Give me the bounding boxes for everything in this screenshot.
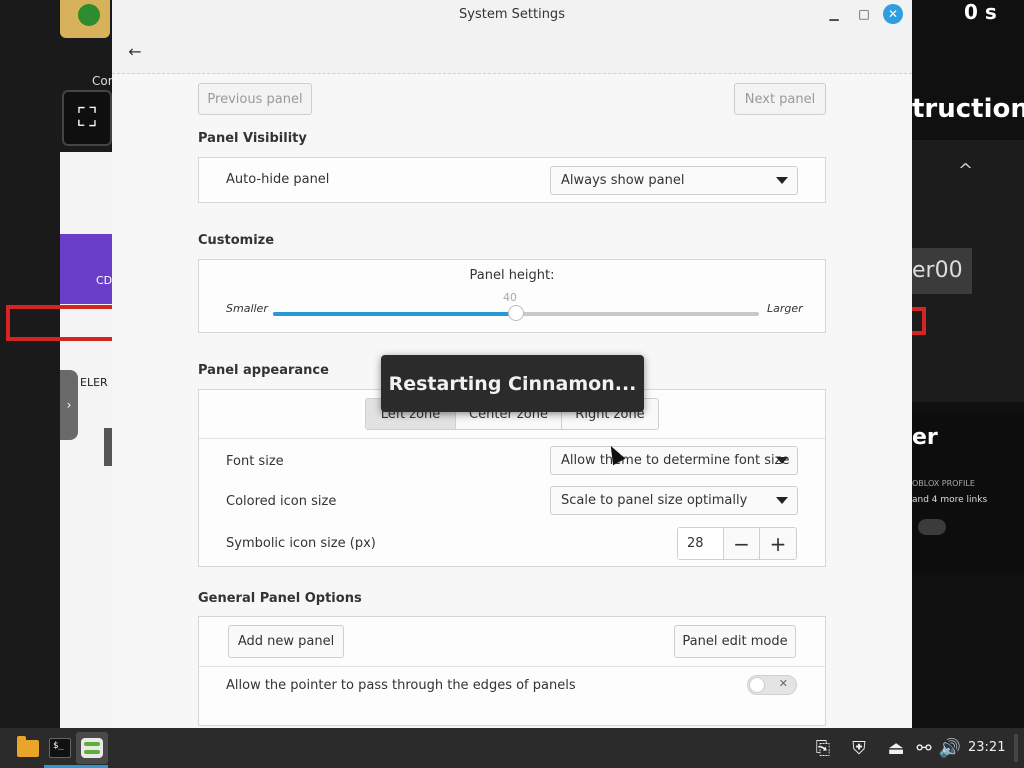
customize-box: Panel height: 40 Smaller Larger [198,259,826,333]
slider-max-label: Larger [767,302,803,315]
caret-down-icon [776,497,788,504]
pointer-pass-through-switch[interactable]: ✕ [747,675,797,695]
customize-heading: Customize [198,233,275,248]
background-card-subtitle: OBLOX PROFILE [912,479,975,488]
folder-icon [17,735,39,757]
terminal-launcher[interactable]: $_ [44,732,76,764]
arrow-left-icon: ← [128,41,142,61]
background-top-right-text: 0 s [964,0,997,24]
system-settings-taskbar-item[interactable] [76,732,108,764]
font-size-dropdown[interactable]: Allow theme to determine font size [550,446,798,475]
panel-appearance-box: Left zone Center zone Right zone Font si… [198,389,826,567]
trash-icon [104,428,112,466]
background-card-title: er [912,425,938,450]
auto-hide-label: Auto-hide panel [226,172,330,187]
pointer-pass-through-label: Allow the pointer to pass through the ed… [226,678,576,693]
slider-fill [273,312,516,316]
removable-drives-tray-button[interactable]: ⏏ [886,736,906,760]
background-heading: tructions [912,94,1024,124]
caret-down-icon [776,177,788,184]
volume-tray-button[interactable]: 🔊 [938,736,962,760]
panel-visibility-box: Auto-hide panel Always show panel [198,157,826,203]
next-panel-button[interactable]: Next panel [734,83,826,115]
colored-icon-size-value: Scale to panel size optimally [561,493,748,508]
desktop-app-icon[interactable] [60,0,110,38]
previous-panel-button[interactable]: Previous panel [198,83,312,115]
window-title: System Settings [459,7,565,22]
background-profile-card: er OBLOX PROFILE and 4 more links [912,415,1024,575]
close-icon: ✕ [887,7,899,21]
security-tray-button[interactable]: ⛨ [846,736,872,760]
network-tray-button[interactable]: ⚯ [914,736,934,760]
restarting-notification: Restarting Cinnamon... [381,355,644,412]
symbolic-icon-size-input[interactable]: 28 [678,528,724,559]
side-panel-handle[interactable]: › [60,370,78,440]
slider-min-label: Smaller [226,302,268,315]
window-titlebar[interactable]: System Settings ▁ □ ✕ ← [112,0,912,74]
eject-icon: ⏏ [887,737,905,759]
background-card-toggle [918,519,946,535]
background-purple-banner: CD [60,234,112,304]
panel-height-value: 40 [503,291,517,304]
minimize-button[interactable]: ▁ [824,4,844,24]
desktop-icon-label: Cor [92,74,113,88]
shield-icon: ⛨ [852,737,866,759]
volume-icon: 🔊 [938,737,962,759]
panel-height-label: Panel height: [469,268,555,283]
network-icon: ⚯ [916,737,932,759]
symbolic-icon-size-label: Symbolic icon size (px) [226,536,376,551]
chevron-up-icon: ^ [958,160,974,181]
divider [199,438,825,439]
slider-handle[interactable] [508,305,524,321]
auto-hide-dropdown[interactable]: Always show panel [550,166,798,195]
add-new-panel-button[interactable]: Add new panel [228,625,344,658]
general-options-heading: General Panel Options [198,591,362,606]
clock[interactable]: 23:21 [968,740,1005,755]
symbolic-icon-size-stepper: 28 − + [677,527,797,560]
background-username-field: er00 [912,248,972,294]
caret-down-icon [776,457,788,464]
panel-edit-mode-button[interactable]: Panel edit mode [674,625,796,658]
switch-knob [749,677,765,693]
show-desktop-button[interactable] [1014,734,1018,762]
red-arrow-annotation [6,305,112,341]
back-button[interactable]: ← [124,40,146,62]
file-manager-launcher[interactable] [12,732,44,764]
colored-icon-size-dropdown[interactable]: Scale to panel size optimally [550,486,798,515]
background-card-links: and 4 more links [912,495,988,505]
red-box-annotation [912,307,926,335]
minus-icon: − [733,531,750,556]
terminal-icon: $_ [49,738,71,758]
font-size-label: Font size [226,454,284,469]
close-icon: ✕ [778,677,788,690]
general-options-box: Add new panel Panel edit mode Allow the … [198,616,826,726]
notifications-tray-button[interactable]: ⎘ [810,736,836,760]
font-size-value: Allow theme to determine font size [561,453,790,468]
decrement-button[interactable]: − [724,528,760,559]
minimize-icon: ▁ [829,7,839,21]
clipboard-alert-icon: ⎘ [815,737,831,759]
auto-hide-value: Always show panel [561,173,685,188]
fullscreen-icon[interactable]: ⛶ [62,90,112,146]
taskbar: $_ ⎘ ⛨ ⏏ ⚯ 🔊 23:21 [0,728,1024,768]
panel-appearance-heading: Panel appearance [198,363,329,378]
panel-visibility-heading: Panel Visibility [198,131,307,146]
divider [199,666,825,667]
panel-height-slider[interactable] [273,305,759,321]
background-element-label: ELER [80,376,108,389]
increment-button[interactable]: + [760,528,796,559]
maximize-icon: □ [858,7,870,21]
close-button[interactable]: ✕ [883,4,903,24]
settings-icon [81,738,103,758]
maximize-button[interactable]: □ [854,4,874,24]
colored-icon-size-label: Colored icon size [226,494,337,509]
plus-icon: + [769,531,787,556]
